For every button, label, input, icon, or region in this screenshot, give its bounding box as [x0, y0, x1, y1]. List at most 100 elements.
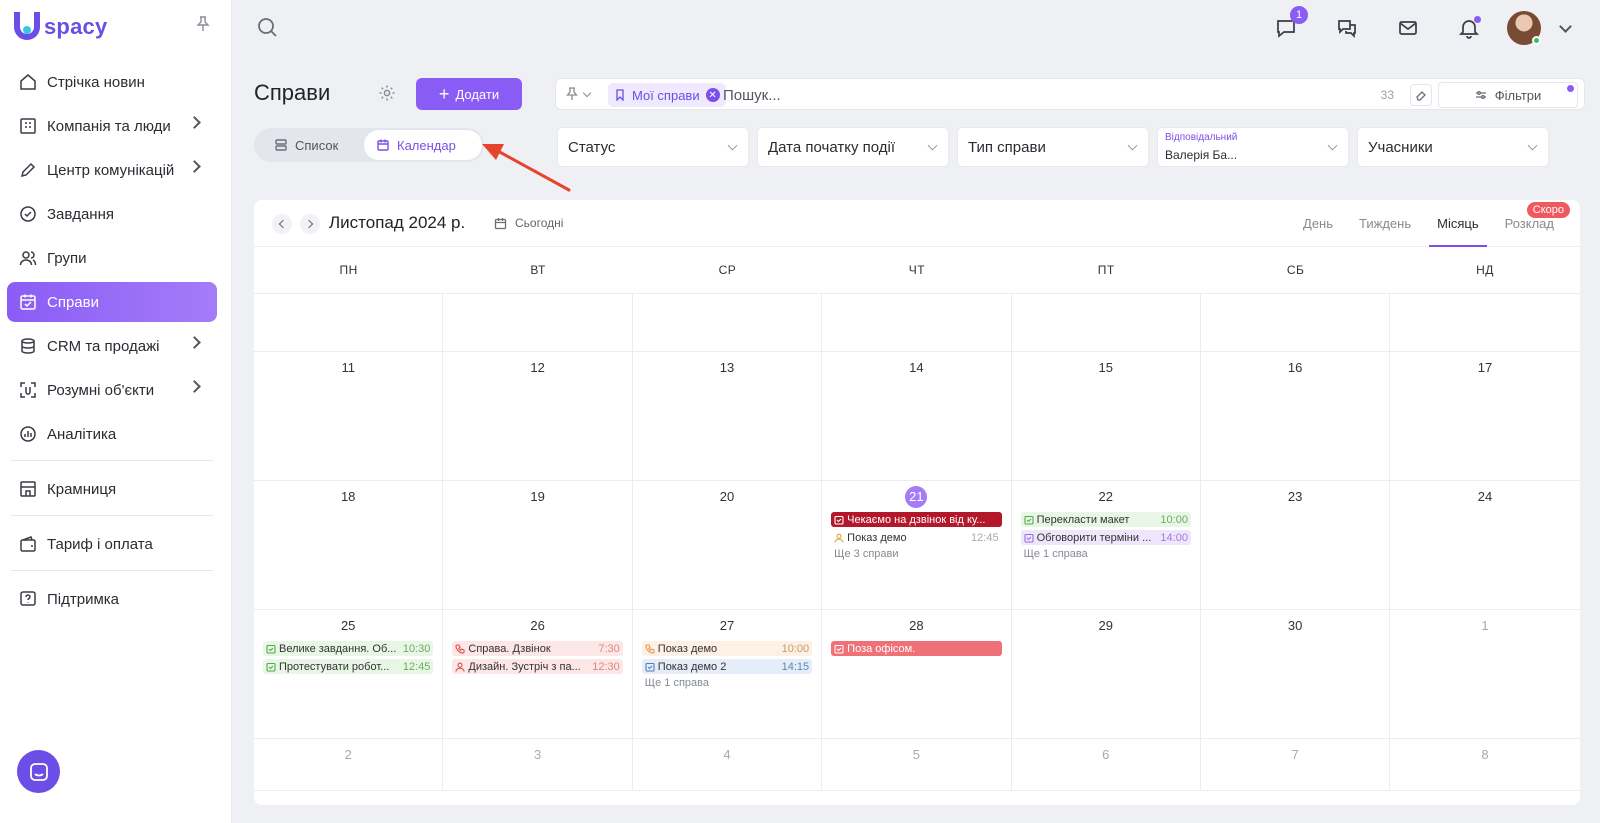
calendar-day-cell[interactable]: 18: [254, 481, 444, 609]
chats-button[interactable]: [1329, 10, 1365, 46]
calendar-event[interactable]: Показ демо 2 14:15: [641, 659, 813, 674]
close-icon[interactable]: ✕: [705, 88, 720, 102]
messages-badge: 1: [1290, 6, 1308, 24]
participants-select[interactable]: Учасники: [1357, 127, 1549, 167]
calendar-event[interactable]: Поза офісом.: [831, 641, 1002, 656]
add-button[interactable]: + Додати: [416, 78, 522, 110]
calendar-day-cell[interactable]: 21 Чекаємо на дзвінок від ку... Показ демо…: [822, 481, 1012, 609]
sidebar-item-edit[interactable]: Центр комунікацій: [7, 150, 217, 190]
search-icon[interactable]: [256, 16, 278, 43]
sidebar-item-chart[interactable]: Аналітика: [7, 414, 217, 454]
calendar-day-cell[interactable]: 2: [254, 739, 444, 790]
calendar-day-cell[interactable]: 23: [1201, 481, 1391, 609]
today-button[interactable]: Сьогодні: [494, 216, 563, 230]
calendar-day-cell[interactable]: [1012, 294, 1201, 351]
calendar-day-cell[interactable]: [633, 294, 823, 351]
calendar-event[interactable]: Велике завдання. Об... 10:30: [263, 641, 434, 656]
calendar-day-cell[interactable]: 6: [1012, 739, 1201, 790]
app-logo[interactable]: spacy: [14, 12, 107, 42]
tab-month[interactable]: Місяць: [1429, 200, 1488, 247]
calendar-event[interactable]: Протестувати робот... 12:45: [263, 659, 434, 674]
notifications-button[interactable]: [1451, 10, 1487, 46]
calendar-day-cell[interactable]: 15: [1012, 352, 1201, 480]
pin-icon[interactable]: [196, 16, 210, 32]
list-view-tab[interactable]: Список: [262, 130, 350, 160]
mail-button[interactable]: [1390, 10, 1426, 46]
calendar-event[interactable]: Показ демо 12:45: [831, 530, 1002, 545]
calendar-event[interactable]: Чекаємо на дзвінок від ку...: [831, 512, 1002, 527]
event-time: 10:00: [1160, 513, 1188, 526]
calendar-day-cell[interactable]: 26 Справа. Дзвінок 7:30 Дизайн. Зустріч з п…: [443, 610, 633, 738]
type-select[interactable]: Тип справи: [957, 127, 1149, 167]
calendar-day-cell[interactable]: 30: [1201, 610, 1391, 738]
calendar-event[interactable]: Показ демо 10:00: [641, 641, 813, 656]
search-input[interactable]: [723, 85, 1323, 105]
sidebar-item-check-circle[interactable]: Завдання: [7, 194, 217, 234]
calendar-day-cell[interactable]: 16: [1201, 352, 1391, 480]
calendar-day-cell[interactable]: 8: [1390, 739, 1579, 790]
settings-button[interactable]: [378, 84, 396, 102]
calendar-day-cell[interactable]: 5: [822, 739, 1012, 790]
user-avatar[interactable]: [1507, 11, 1541, 45]
sidebar-item-calendar-check[interactable]: Справи: [7, 282, 217, 322]
sidebar-item-wallet[interactable]: Тариф і оплата: [7, 524, 217, 564]
calendar-day-cell[interactable]: 17: [1390, 352, 1579, 480]
calendar-day-cell[interactable]: 13: [633, 352, 823, 480]
responsible-select[interactable]: Відповідальний Валерія Ба...: [1157, 127, 1349, 167]
sidebar-item-label: Справи: [47, 293, 99, 311]
sidebar-item-scan[interactable]: Розумні об'єкти: [7, 370, 217, 410]
clear-filters-button[interactable]: [1410, 84, 1432, 106]
calendar-day-cell[interactable]: 20: [633, 481, 823, 609]
chevron-down-icon[interactable]: [1559, 19, 1572, 33]
tab-week[interactable]: Тиждень: [1359, 200, 1411, 247]
calendar-day-cell[interactable]: 25 Велике завдання. Об... 10:30 Протестуват…: [254, 610, 444, 738]
sidebar-item-users[interactable]: Групи: [7, 238, 217, 278]
sidebar-item-help[interactable]: Підтримка: [7, 579, 217, 619]
event-title: Поза офісом.: [847, 642, 916, 655]
calendar-day-cell[interactable]: 28 Поза офісом.: [822, 610, 1012, 738]
chat-widget-button[interactable]: [17, 750, 60, 793]
event-time: 14:00: [1160, 531, 1188, 544]
calendar-day-cell[interactable]: 12: [443, 352, 633, 480]
sidebar-item-store[interactable]: Крамниця: [7, 469, 217, 509]
more-events-link[interactable]: Ще 1 справа: [1021, 548, 1191, 560]
sidebar-item-database[interactable]: CRM та продажі: [7, 326, 217, 366]
phone-icon: [455, 643, 465, 654]
calendar-day-cell[interactable]: [254, 294, 444, 351]
calendar-day-cell[interactable]: 3: [443, 739, 633, 790]
pin-filter-button[interactable]: [566, 87, 592, 101]
calendar-day-cell[interactable]: [822, 294, 1012, 351]
start-date-select[interactable]: Дата початку події: [757, 127, 949, 167]
calendar-event[interactable]: Обговорити терміни ... 14:00: [1020, 530, 1191, 545]
calendar-day-cell[interactable]: 27 Показ демо 10:00 Показ демо 2 14:15 Ще 1 с…: [633, 610, 823, 738]
more-events-link[interactable]: Ще 3 справи: [831, 548, 1001, 560]
calendar-day-cell[interactable]: 1: [1390, 610, 1579, 738]
filters-button[interactable]: Фільтри: [1438, 82, 1578, 108]
calendar-view-tab[interactable]: Календар: [364, 130, 482, 160]
tab-day[interactable]: День: [1303, 200, 1333, 247]
calendar-day-cell[interactable]: 4: [633, 739, 823, 790]
date-number: 4: [633, 747, 821, 762]
calendar-day-cell[interactable]: 7: [1201, 739, 1391, 790]
sidebar-item-building[interactable]: Компанія та люди: [7, 106, 217, 146]
calendar-day-cell[interactable]: 19: [443, 481, 633, 609]
status-select[interactable]: Статус: [557, 127, 749, 167]
calendar-day-cell[interactable]: 14: [822, 352, 1012, 480]
calendar-day-cell[interactable]: [1390, 294, 1579, 351]
calendar-event[interactable]: Дизайн. Зустріч з па... 12:30: [452, 659, 623, 674]
prev-month-button[interactable]: [272, 214, 292, 234]
calendar-day-cell[interactable]: [443, 294, 633, 351]
messages-button[interactable]: 1: [1268, 6, 1308, 46]
filter-chip-my-tasks[interactable]: Мої справи ✕: [608, 83, 726, 107]
calendar-day-cell[interactable]: 24: [1390, 481, 1579, 609]
calendar-event[interactable]: Справа. Дзвінок 7:30: [452, 641, 623, 656]
next-month-button[interactable]: [300, 214, 320, 234]
calendar-event[interactable]: Перекласти макет 10:00: [1020, 512, 1191, 527]
calendar-day-cell[interactable]: 22 Перекласти макет 10:00 Обговорити термін…: [1012, 481, 1201, 609]
calendar-day-cell[interactable]: 29: [1012, 610, 1201, 738]
more-events-link[interactable]: Ще 1 справа: [642, 677, 812, 689]
calendar-day-cell[interactable]: [1201, 294, 1391, 351]
calendar-day-cell[interactable]: 11: [254, 352, 444, 480]
sidebar-item-home[interactable]: Стрічка новин: [7, 62, 217, 102]
date-number-text: 11: [341, 360, 355, 375]
